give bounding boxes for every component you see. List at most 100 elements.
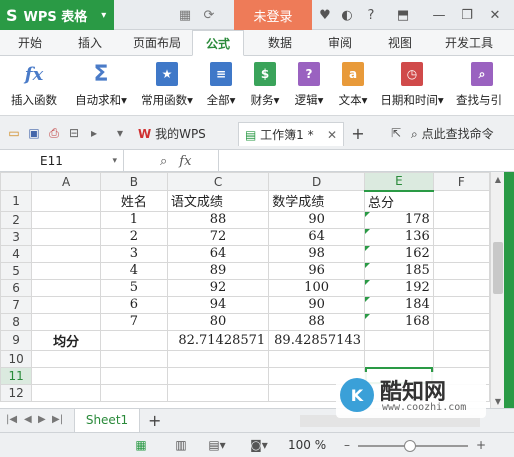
cell[interactable]: 162 [364, 244, 434, 263]
row-header[interactable]: 2 [0, 210, 33, 229]
cell[interactable]: 178 [364, 210, 434, 229]
login-button[interactable]: 未登录 [234, 0, 312, 30]
minimize-to-tray-icon[interactable]: ⬒ [394, 6, 412, 24]
tab-insert[interactable]: 插入 [66, 30, 114, 56]
cell[interactable]: 192 [364, 278, 434, 297]
tab-home[interactable]: 开始 [6, 30, 54, 56]
cell[interactable] [166, 383, 270, 402]
cell[interactable] [432, 190, 490, 212]
cell[interactable] [268, 349, 365, 368]
insert-function-button[interactable]: fx 插入函数 [4, 60, 64, 114]
cell[interactable]: 数学成绩 [268, 190, 365, 212]
scroll-up-icon[interactable]: ▲ [491, 172, 505, 186]
row-header[interactable]: 1 [0, 190, 33, 212]
app-menu-button[interactable]: S WPS 表格 ▾ [0, 0, 114, 30]
cell[interactable] [432, 227, 490, 246]
cell[interactable] [432, 261, 490, 280]
cell[interactable] [166, 366, 270, 385]
more-icon[interactable]: ▸ [86, 125, 102, 141]
cell[interactable] [99, 329, 168, 351]
cell[interactable] [432, 312, 490, 331]
folder-icon[interactable]: ▭ [6, 125, 22, 141]
cell[interactable] [31, 278, 101, 297]
new-tab-icon[interactable]: + [350, 124, 366, 143]
cell[interactable]: 姓名 [99, 190, 168, 212]
zoom-level[interactable]: 100 % [288, 438, 326, 452]
cell[interactable] [31, 295, 101, 314]
cell[interactable] [31, 190, 101, 212]
sheet-tab-sheet1[interactable]: Sheet1 [74, 409, 140, 433]
text-button[interactable]: a 文本▾ [332, 60, 374, 114]
layout-icon[interactable]: ▦ [176, 6, 194, 24]
column-header[interactable]: F [432, 172, 490, 191]
help-icon[interactable]: ? [362, 6, 380, 24]
cell[interactable]: 82.71428571 [166, 329, 270, 351]
common-functions-button[interactable]: ★ 常用函数▾ [136, 60, 198, 114]
row-header[interactable]: 11 [0, 366, 33, 385]
formula-input[interactable] [218, 150, 514, 172]
autosum-button[interactable]: Σ 自动求和▾ [68, 60, 134, 114]
normal-view-icon[interactable]: ▦ [132, 438, 150, 452]
zoom-search-icon[interactable]: ⌕ [160, 154, 167, 169]
chevron-down-icon[interactable]: ▾ [112, 150, 117, 172]
minimize-icon[interactable]: — [430, 6, 448, 24]
row-header[interactable]: 8 [0, 312, 33, 331]
cell[interactable] [432, 349, 490, 368]
cell[interactable]: 89 [166, 261, 270, 280]
last-sheet-icon[interactable]: ▶| [52, 414, 63, 425]
tshirt-icon[interactable]: ♥ [316, 6, 334, 24]
cell[interactable]: 2 [99, 227, 168, 246]
close-icon[interactable]: ✕ [327, 123, 337, 147]
zoom-in-icon[interactable]: + [472, 438, 490, 452]
page-break-view-icon[interactable]: ▥ [172, 438, 190, 452]
name-box[interactable]: E11 ▾ [0, 150, 124, 172]
zoom-slider[interactable] [358, 440, 468, 452]
close-icon[interactable]: ✕ [486, 6, 504, 24]
column-header[interactable]: D [268, 172, 365, 191]
cell[interactable]: 均分 [31, 329, 101, 351]
cell[interactable]: 184 [364, 295, 434, 314]
zoom-out-icon[interactable]: – [338, 438, 356, 452]
scroll-down-icon[interactable]: ▼ [491, 394, 505, 408]
cell[interactable] [31, 261, 101, 280]
prev-sheet-icon[interactable]: ◀ [24, 414, 32, 425]
column-header[interactable]: E [364, 172, 434, 192]
cell[interactable]: 185 [364, 261, 434, 280]
print-icon[interactable]: ⊟ [66, 125, 82, 141]
cell[interactable]: 80 [166, 312, 270, 331]
side-panel-edge[interactable] [504, 172, 514, 408]
cell[interactable]: 100 [268, 278, 365, 297]
all-functions-button[interactable]: ≡ 全部▾ [200, 60, 242, 114]
cell[interactable]: 72 [166, 227, 270, 246]
tab-data[interactable]: 数据 [256, 30, 304, 56]
tab-page-layout[interactable]: 页面布局 [124, 30, 190, 56]
cell[interactable]: 语文成绩 [166, 190, 270, 212]
cell[interactable]: 92 [166, 278, 270, 297]
cell[interactable]: 90 [268, 295, 365, 314]
save-icon[interactable]: ▣ [26, 125, 42, 141]
cell[interactable]: 总分 [364, 190, 434, 212]
vertical-scrollbar[interactable]: ▲ ▼ [490, 172, 504, 408]
tab-review[interactable]: 审阅 [316, 30, 364, 56]
print-preview-icon[interactable]: ⎙ [46, 125, 62, 141]
row-header[interactable]: 7 [0, 295, 33, 314]
sync-icon[interactable]: ⟳ [200, 6, 218, 24]
row-header[interactable]: 3 [0, 227, 33, 246]
cell[interactable]: 89.42857143 [268, 329, 365, 351]
tab-my-wps[interactable]: W 我的WPS [132, 122, 232, 146]
cell[interactable]: 64 [166, 244, 270, 263]
fx-icon[interactable]: fx [179, 154, 191, 169]
cell[interactable] [31, 366, 101, 385]
cell[interactable] [99, 383, 168, 402]
row-header[interactable]: 5 [0, 261, 33, 280]
financial-button[interactable]: $ 财务▾ [244, 60, 286, 114]
cell[interactable] [432, 329, 490, 351]
tab-developer[interactable]: 开发工具 [436, 30, 502, 56]
tab-workbook1[interactable]: ▤ 工作簿1 * ✕ [238, 122, 344, 146]
logical-button[interactable]: ? 逻辑▾ [288, 60, 330, 114]
cell[interactable]: 6 [99, 295, 168, 314]
tab-formulas[interactable]: 公式 [192, 30, 244, 56]
cell[interactable] [432, 278, 490, 297]
cell[interactable]: 64 [268, 227, 365, 246]
date-time-button[interactable]: ◷ 日期和时间▾ [376, 60, 448, 114]
